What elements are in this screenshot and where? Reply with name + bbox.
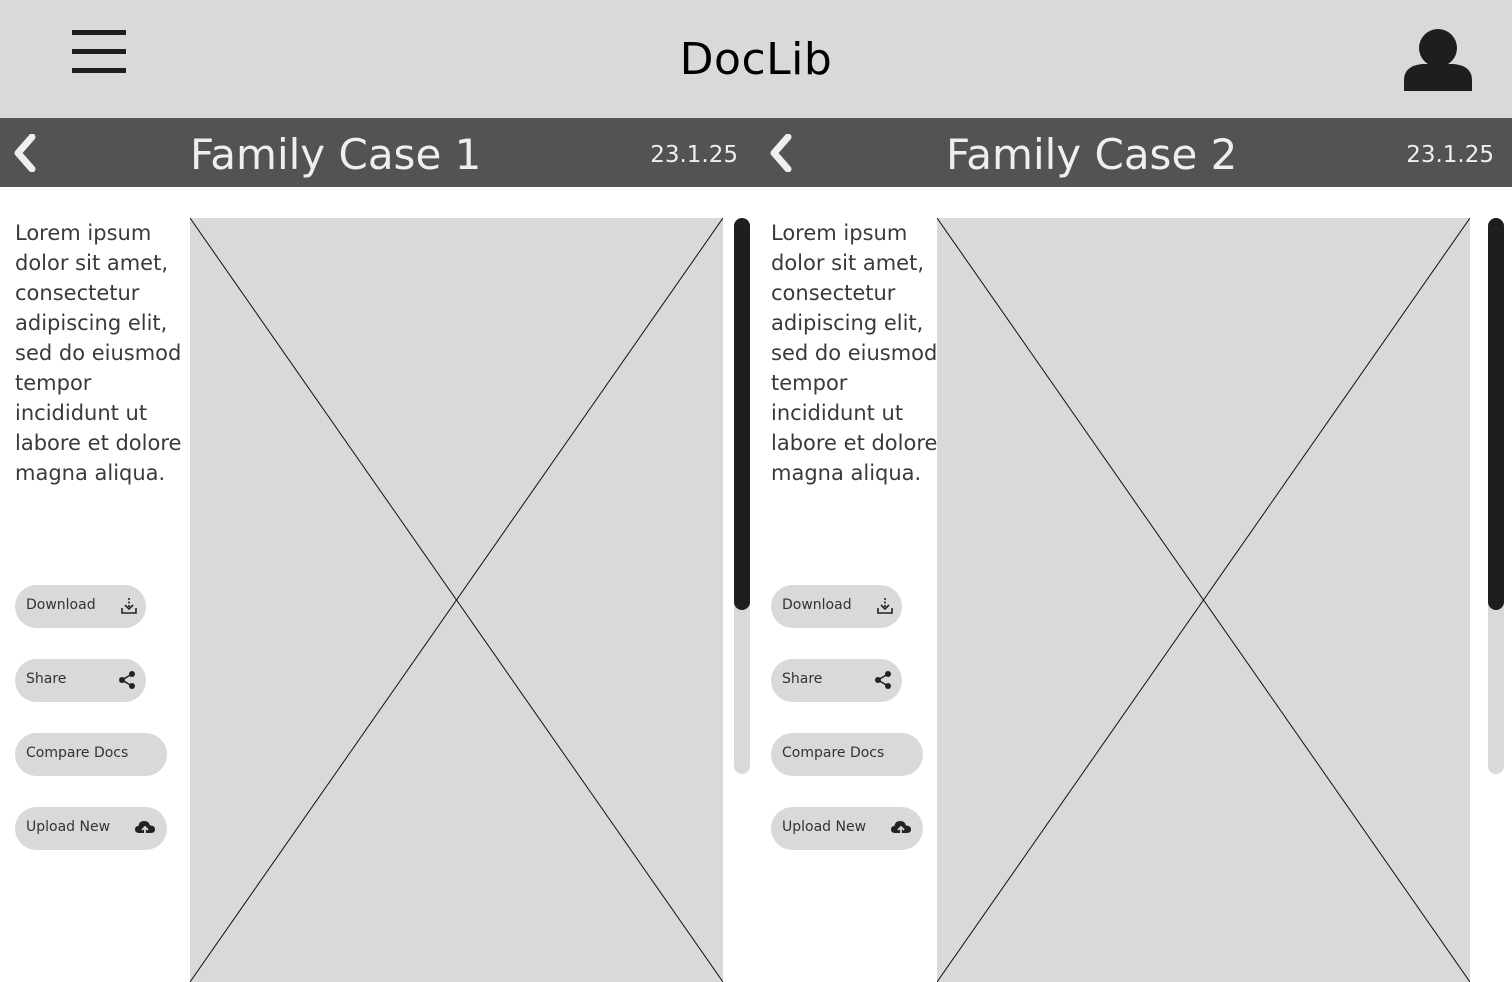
download-label: Download [26, 597, 96, 613]
compare-docs-button[interactable]: Compare Docs [15, 733, 167, 776]
case-title: Family Case 1 [190, 130, 482, 179]
case-description: Lorem ipsum dolor sit amet, consectetur … [15, 221, 182, 485]
scrollbar[interactable] [1488, 218, 1504, 774]
upload-new-button[interactable]: Upload New [771, 807, 923, 850]
app-header: DocLib [0, 0, 1512, 118]
download-icon [121, 598, 137, 614]
scrollbar[interactable] [734, 218, 750, 774]
case-panel-1: Family Case 1 23.1.25 Lorem ipsum dolor … [0, 118, 756, 982]
download-label: Download [782, 597, 852, 613]
case-date: 23.1.25 [1406, 142, 1494, 168]
chevron-left-icon[interactable] [768, 133, 794, 173]
case-panel-2: Family Case 2 23.1.25 Lorem ipsum dolor … [756, 118, 1512, 982]
document-preview-placeholder[interactable] [937, 218, 1470, 982]
cloud-upload-icon [135, 821, 155, 836]
case-description: Lorem ipsum dolor sit amet, consectetur … [771, 221, 938, 485]
app-title: DocLib [679, 34, 833, 85]
compare-docs-label: Compare Docs [26, 745, 129, 761]
upload-new-label: Upload New [782, 819, 867, 835]
case-header: Family Case 1 23.1.25 [0, 118, 756, 187]
compare-docs-button[interactable]: Compare Docs [771, 733, 923, 776]
share-label: Share [782, 671, 823, 687]
case-title: Family Case 2 [946, 130, 1238, 179]
user-avatar-icon[interactable] [1402, 28, 1474, 92]
download-button[interactable]: Download [15, 585, 146, 628]
case-date: 23.1.25 [650, 142, 738, 168]
download-button[interactable]: Download [771, 585, 902, 628]
upload-new-button[interactable]: Upload New [15, 807, 167, 850]
share-icon [119, 671, 135, 689]
compare-docs-label: Compare Docs [782, 745, 885, 761]
chevron-left-icon[interactable] [12, 133, 38, 173]
share-icon [875, 671, 891, 689]
scrollbar-thumb[interactable] [1488, 218, 1504, 610]
document-preview-placeholder[interactable] [190, 218, 723, 982]
share-label: Share [26, 671, 67, 687]
upload-new-label: Upload New [26, 819, 111, 835]
share-button[interactable]: Share [771, 659, 902, 702]
share-button[interactable]: Share [15, 659, 146, 702]
download-icon [877, 598, 893, 614]
scrollbar-thumb[interactable] [734, 218, 750, 610]
case-header: Family Case 2 23.1.25 [756, 118, 1512, 187]
cloud-upload-icon [891, 821, 911, 836]
